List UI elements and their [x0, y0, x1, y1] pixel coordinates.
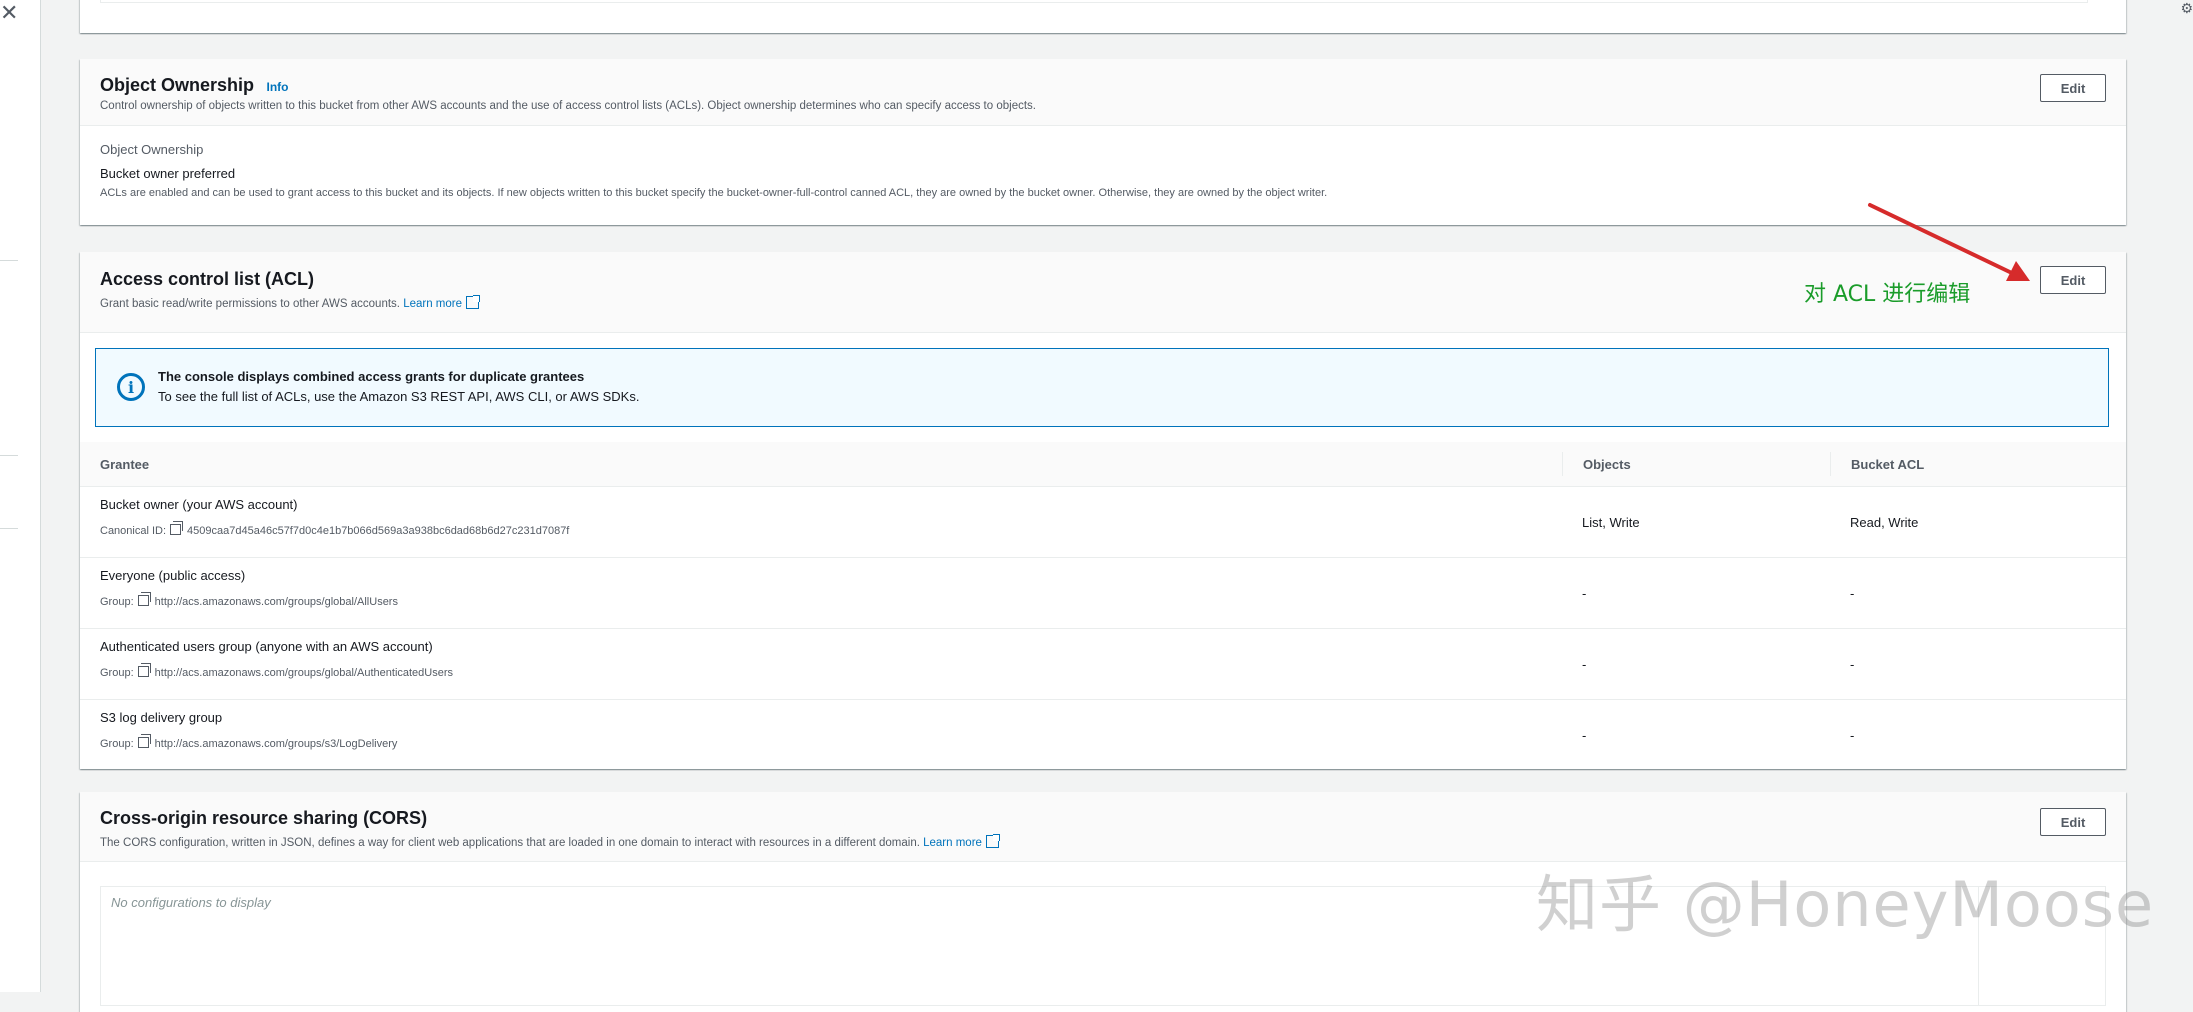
object-ownership-field-value: Bucket owner preferred: [100, 166, 236, 181]
object-ownership-description: Control ownership of objects written to …: [100, 100, 1036, 112]
acl-description-text: Grant basic read/write permissions to ot…: [100, 298, 400, 310]
annotation-arrow-line: [1868, 203, 2018, 277]
acl-learn-more-link[interactable]: Learn more: [403, 298, 462, 310]
column-header-grantee: Grantee: [100, 457, 150, 472]
object-ownership-panel: Object Ownership Info Control ownership …: [80, 59, 2126, 225]
copy-icon[interactable]: [137, 663, 151, 677]
grantee-id: Group: http://acs.amazonaws.com/groups/s3…: [100, 734, 398, 750]
flash-title: The console displays combined access gra…: [158, 369, 585, 384]
column-header-objects: Objects: [1583, 457, 1631, 472]
flash-text: To see the full list of ACLs, use the Am…: [158, 389, 640, 404]
rail-divider: [0, 260, 18, 261]
grantee-id: Group: http://acs.amazonaws.com/groups/gl…: [100, 663, 454, 679]
watermark: 知乎 @HoneyMoose: [1536, 868, 2155, 941]
external-link-icon[interactable]: [985, 834, 1000, 848]
acl-table-header: Grantee Objects Bucket ACL: [80, 442, 2126, 487]
acl-info-flashbar: i The console displays combined access g…: [95, 348, 2109, 427]
annotation-text: 对 ACL 进行编辑: [1804, 282, 1971, 307]
bucket-acl-permission: -: [1850, 657, 1855, 672]
grantee-name: Everyone (public access): [100, 568, 246, 583]
grantee-id: Canonical ID: 4509caa7d45a46c57f7d0c4e1b7…: [100, 521, 570, 537]
previous-panel: [80, 0, 2126, 33]
column-divider: [1830, 452, 1831, 476]
cors-header: Cross-origin resource sharing (CORS) The…: [80, 792, 2126, 862]
cors-learn-more-link[interactable]: Learn more: [923, 837, 982, 849]
bucket-acl-permission: Read, Write: [1850, 515, 1919, 530]
objects-permission: -: [1582, 728, 1587, 743]
column-divider: [1562, 452, 1563, 476]
acl-edit-button[interactable]: Edit: [2040, 266, 2106, 294]
copy-icon[interactable]: [137, 734, 151, 748]
grantee-id-label: Group:: [100, 667, 134, 679]
close-icon[interactable]: ✕: [0, 0, 18, 26]
object-ownership-field-label: Object Ownership: [100, 142, 204, 157]
previous-code-box: [100, 0, 2088, 3]
grantee-name: Authenticated users group (anyone with a…: [100, 639, 433, 654]
rail-divider: [0, 528, 18, 529]
grantee-name: Bucket owner (your AWS account): [100, 497, 298, 512]
object-ownership-field-note: ACLs are enabled and can be used to gran…: [100, 187, 1328, 199]
grantee-id-label: Group:: [100, 596, 134, 608]
grantee-id-value: http://acs.amazonaws.com/groups/global/A…: [154, 667, 454, 679]
external-link-icon[interactable]: [466, 295, 480, 309]
acl-table: Grantee Objects Bucket ACL Bucket owner …: [80, 442, 2126, 770]
objects-permission: -: [1582, 657, 1587, 672]
column-header-bucket-acl: Bucket ACL: [1851, 457, 1925, 472]
cors-edit-button[interactable]: Edit: [2040, 808, 2106, 836]
rail-divider: [0, 455, 18, 456]
object-ownership-header: Object Ownership Info Control ownership …: [80, 59, 2126, 126]
copy-icon[interactable]: [170, 521, 184, 535]
objects-permission: List, Write: [1582, 515, 1640, 530]
left-rail: ✕: [0, 0, 41, 992]
objects-permission: -: [1582, 586, 1587, 601]
grantee-id-value: http://acs.amazonaws.com/groups/global/A…: [154, 596, 398, 608]
cors-description: The CORS configuration, written in JSON,…: [100, 834, 2106, 849]
bucket-acl-permission: -: [1850, 728, 1855, 743]
acl-title: Access control list (ACL): [100, 269, 315, 289]
object-ownership-body: Object Ownership Bucket owner preferred …: [80, 126, 2126, 215]
settings-icon[interactable]: ⚙: [2180, 0, 2193, 17]
grantee-id: Group: http://acs.amazonaws.com/groups/gl…: [100, 592, 398, 608]
bucket-acl-permission: -: [1850, 586, 1855, 601]
table-row: S3 log delivery group Group: http://acs.a…: [80, 700, 2126, 770]
grantee-id-label: Group:: [100, 738, 134, 750]
grantee-id-label: Canonical ID:: [100, 525, 167, 537]
info-icon: i: [117, 373, 145, 401]
cors-description-text: The CORS configuration, written in JSON,…: [100, 837, 920, 849]
cors-title: Cross-origin resource sharing (CORS): [100, 808, 428, 828]
acl-panel: Access control list (ACL) Grant basic re…: [80, 252, 2126, 769]
table-row: Authenticated users group (anyone with a…: [80, 629, 2126, 700]
object-ownership-edit-button[interactable]: Edit: [2040, 74, 2106, 102]
info-link[interactable]: Info: [266, 80, 288, 94]
cors-empty-text: No configurations to display: [111, 895, 271, 910]
grantee-id-value: 4509caa7d45a46c57f7d0c4e1b7b066d569a3a93…: [187, 525, 570, 537]
grantee-id-value: http://acs.amazonaws.com/groups/s3/LogDe…: [154, 738, 398, 750]
grantee-name: S3 log delivery group: [100, 710, 223, 725]
table-row: Everyone (public access) Group: http://ac…: [80, 558, 2126, 629]
object-ownership-title: Object Ownership: [100, 75, 255, 95]
table-row: Bucket owner (your AWS account) Canonica…: [80, 487, 2126, 558]
copy-icon[interactable]: [137, 592, 151, 606]
